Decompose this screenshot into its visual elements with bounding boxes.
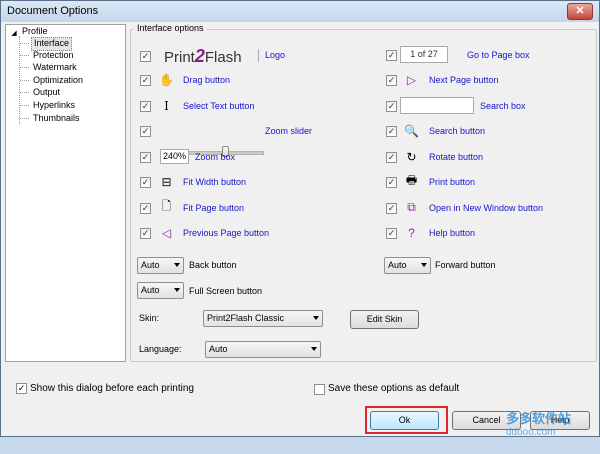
print-label: Print button <box>429 177 476 187</box>
language-select[interactable]: Auto <box>205 341 321 358</box>
select-text-label: Select Text button <box>183 101 255 111</box>
chevron-down-icon <box>174 263 180 267</box>
title-bar: Document Options ✕ <box>1 1 599 22</box>
zoom-box-label: Zoom box <box>195 152 236 162</box>
fit-page-checkbox[interactable]: ✓ <box>140 203 151 214</box>
search-box-label: Search box <box>480 101 526 111</box>
text-cursor-icon: I <box>164 98 169 113</box>
save-default-label: Save these options as default <box>328 383 460 394</box>
search-button-checkbox[interactable]: ✓ <box>386 126 397 137</box>
chevron-down-icon <box>174 288 180 292</box>
tree-connector <box>20 105 29 106</box>
highlight-box <box>365 406 448 434</box>
full-screen-select[interactable]: Auto <box>137 282 184 299</box>
tree-item-hyperlinks[interactable]: Hyperlinks <box>31 99 77 111</box>
search-button-label: Search button <box>429 126 486 136</box>
options-tree: ◢ Profile Interface Protection Watermark … <box>5 24 126 362</box>
go-to-page-preview: 1 of 27 <box>400 46 448 63</box>
go-to-page-label: Go to Page box <box>467 50 530 60</box>
chevron-down-icon <box>313 316 319 320</box>
document-options-window: Document Options ✕ ◢ Profile Interface Pr… <box>0 0 600 438</box>
help-icon: ? <box>408 225 415 240</box>
rotate-icon: ↻ <box>406 149 417 164</box>
group-title: Interface options <box>134 23 207 33</box>
help-checkbox[interactable]: ✓ <box>386 228 397 239</box>
tree-connector <box>20 55 29 56</box>
select-text-checkbox[interactable]: ✓ <box>140 101 151 112</box>
drag-button-label: Drag button <box>183 75 231 85</box>
collapse-arrow-icon[interactable]: ◢ <box>10 30 18 38</box>
next-page-checkbox[interactable]: ✓ <box>386 75 397 86</box>
help-label: Help button <box>429 228 476 238</box>
rotate-label: Rotate button <box>429 152 484 162</box>
close-button[interactable]: ✕ <box>567 3 593 20</box>
tree-connector <box>20 67 29 68</box>
fit-page-label: Fit Page button <box>183 203 245 213</box>
go-to-page-checkbox[interactable]: ✓ <box>386 50 397 61</box>
divider <box>258 49 259 62</box>
zoom-slider-label: Zoom slider <box>265 126 313 136</box>
tree-connector <box>20 118 29 119</box>
skin-label: Skin: <box>139 313 160 323</box>
next-page-icon: ▷ <box>406 72 417 87</box>
search-box-preview <box>400 97 474 114</box>
show-dialog-label: Show this dialog before each printing <box>30 383 194 394</box>
tree-item-thumbnails[interactable]: Thumbnails <box>31 112 82 124</box>
back-button-label: Back button <box>189 260 237 270</box>
fit-page-icon: 🗋 <box>161 199 172 213</box>
previous-page-checkbox[interactable]: ✓ <box>140 228 151 239</box>
previous-page-label: Previous Page button <box>183 228 270 238</box>
printer-icon: 🖶 <box>405 173 418 187</box>
tree-connector <box>20 43 29 44</box>
tree-item-optimization[interactable]: Optimization <box>31 74 85 86</box>
save-default-checkbox[interactable] <box>314 384 325 395</box>
drag-button-checkbox[interactable]: ✓ <box>140 75 151 86</box>
zoom-box-preview: 240% <box>160 149 189 164</box>
skin-select[interactable]: Print2Flash Classic <box>203 310 323 327</box>
window-title: Document Options <box>7 5 99 17</box>
tree-item-watermark[interactable]: Watermark <box>31 61 79 73</box>
tree-item-output[interactable]: Output <box>31 86 62 98</box>
fit-width-label: Fit Width button <box>183 177 247 187</box>
chevron-down-icon <box>421 263 427 267</box>
logo-label: Logo <box>265 50 286 60</box>
site-watermark: 多多软件站 ddooo.com <box>506 411 572 438</box>
hand-icon: ✋ <box>159 72 174 87</box>
tree-connector <box>20 80 29 81</box>
print-checkbox[interactable]: ✓ <box>386 177 397 188</box>
tree-connector <box>20 92 29 93</box>
language-label: Language: <box>139 344 182 354</box>
fit-width-checkbox[interactable]: ✓ <box>140 177 151 188</box>
forward-button-select[interactable]: Auto <box>384 257 431 274</box>
logo-checkbox[interactable]: ✓ <box>140 51 151 62</box>
new-window-checkbox[interactable]: ✓ <box>386 203 397 214</box>
rotate-checkbox[interactable]: ✓ <box>386 152 397 163</box>
fit-width-icon: ⊟ <box>161 174 172 189</box>
full-screen-label: Full Screen button <box>189 286 263 296</box>
next-page-label: Next Page button <box>429 75 499 85</box>
prev-page-icon: ◁ <box>161 225 172 240</box>
zoom-slider-checkbox[interactable]: ✓ <box>140 126 151 137</box>
new-window-label: Open in New Window button <box>429 203 544 213</box>
search-box-checkbox[interactable]: ✓ <box>386 101 397 112</box>
chevron-down-icon <box>311 347 317 351</box>
zoom-box-checkbox[interactable]: ✓ <box>140 152 151 163</box>
magnifier-icon: 🔍 <box>404 123 419 138</box>
tree-item-protection[interactable]: Protection <box>31 49 76 61</box>
back-button-select[interactable]: Auto <box>137 257 184 274</box>
forward-button-label: Forward button <box>435 260 496 270</box>
new-window-icon: ⧉ <box>407 200 416 214</box>
edit-skin-button[interactable]: Edit Skin <box>350 310 419 329</box>
print2flash-logo: Print2Flash <box>164 46 242 66</box>
dialog-client-area: ◢ Profile Interface Protection Watermark … <box>4 22 597 438</box>
show-dialog-checkbox[interactable]: ✓ <box>16 383 27 394</box>
